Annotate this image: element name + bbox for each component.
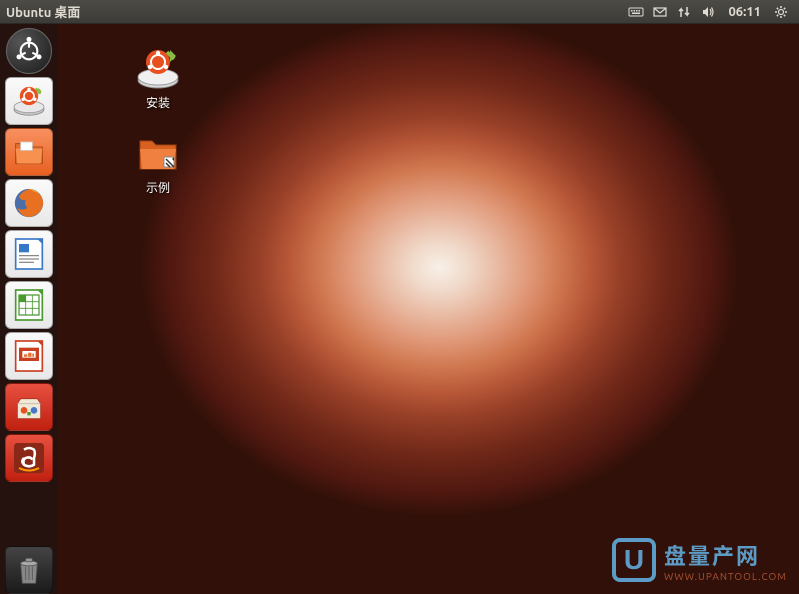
- launcher-installer[interactable]: [5, 77, 53, 125]
- launcher-amazon[interactable]: [5, 434, 53, 482]
- launcher-impress[interactable]: [5, 332, 53, 380]
- dash-button[interactable]: [6, 28, 52, 74]
- desktop-icon-label: 安装: [146, 94, 170, 111]
- desktop-area[interactable]: 安装 示例: [58, 24, 799, 594]
- volume-icon[interactable]: [696, 0, 720, 24]
- launcher-software-center[interactable]: [5, 383, 53, 431]
- install-icon: [134, 44, 182, 92]
- unity-launcher: [0, 24, 58, 594]
- launcher-writer[interactable]: [5, 230, 53, 278]
- launcher-files[interactable]: [5, 128, 53, 176]
- top-panel: Ubuntu 桌面 06:11: [0, 0, 799, 24]
- gear-icon[interactable]: [769, 0, 793, 24]
- desktop-icon-install[interactable]: 安装: [118, 44, 198, 111]
- folder-icon: [134, 129, 182, 177]
- launcher-firefox[interactable]: [5, 179, 53, 227]
- clock[interactable]: 06:11: [720, 5, 769, 19]
- launcher-trash[interactable]: [5, 546, 53, 594]
- network-icon[interactable]: [672, 0, 696, 24]
- desktop-icon-label: 示例: [146, 179, 170, 196]
- active-window-title: Ubuntu 桌面: [6, 2, 80, 21]
- launcher-calc[interactable]: [5, 281, 53, 329]
- keyboard-input-icon[interactable]: [624, 0, 648, 24]
- mail-icon[interactable]: [648, 0, 672, 24]
- desktop-icon-examples[interactable]: 示例: [118, 129, 198, 196]
